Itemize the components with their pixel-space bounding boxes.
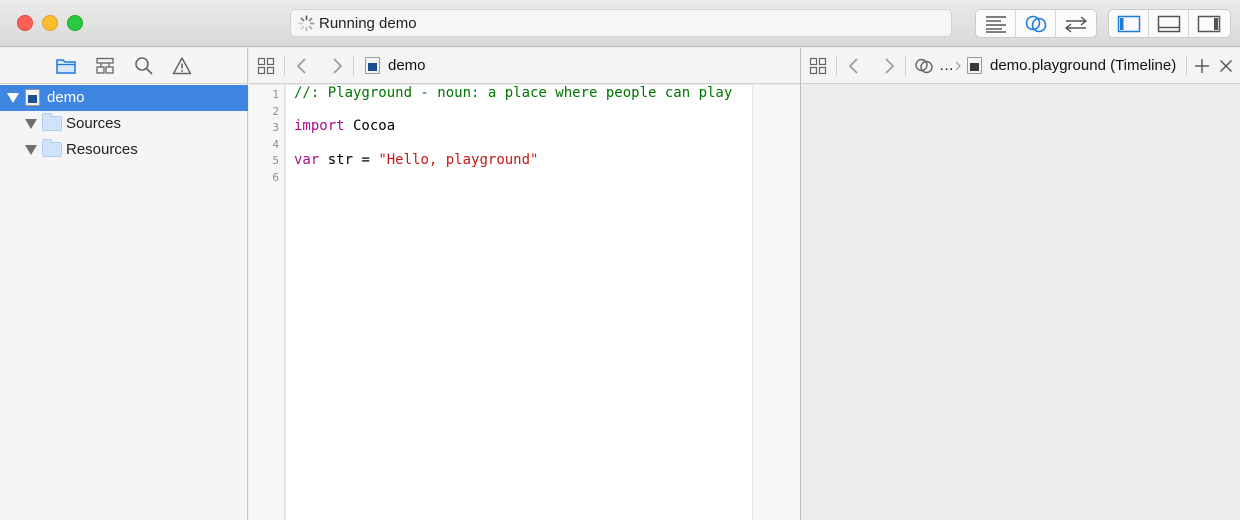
related-items-button[interactable] xyxy=(255,48,277,84)
add-assistant-editor-button[interactable] xyxy=(1192,48,1212,84)
line-number: 1 xyxy=(272,88,279,101)
line-number: 6 xyxy=(272,171,279,184)
keyword-token: var xyxy=(294,152,320,168)
playground-file-icon xyxy=(967,57,982,74)
chevron-left-icon xyxy=(848,58,858,74)
folder-icon xyxy=(42,113,62,131)
standard-editor-button[interactable] xyxy=(976,10,1016,37)
breadcrumb-file[interactable]: demo xyxy=(388,57,426,74)
toggle-navigator-button[interactable] xyxy=(1109,10,1149,37)
search-icon xyxy=(135,57,153,75)
grid-icon xyxy=(809,57,827,75)
string-literal-token: "Hello, playground" xyxy=(378,152,539,168)
folder-icon xyxy=(42,139,62,157)
tree-item-demo[interactable]: demo xyxy=(0,85,248,111)
related-items-button[interactable] xyxy=(807,48,829,84)
identifier-token: Cocoa xyxy=(344,118,396,134)
disclosure-triangle-icon[interactable] xyxy=(25,145,37,155)
disclosure-triangle-icon[interactable] xyxy=(25,119,37,129)
separator xyxy=(836,56,837,76)
minimize-window-button[interactable] xyxy=(42,15,58,31)
right-panel-icon xyxy=(1197,15,1221,32)
line-number-gutter: 1 2 3 4 5 6 xyxy=(249,85,285,520)
warning-icon xyxy=(172,57,192,75)
playground-file-icon xyxy=(365,57,380,74)
breadcrumb-ellipsis[interactable]: … xyxy=(939,57,954,74)
plus-icon xyxy=(1195,59,1209,73)
line-number: 5 xyxy=(272,154,279,167)
close-assistant-editor-button[interactable] xyxy=(1216,48,1236,84)
window-toolbar: Running demo xyxy=(0,0,1240,47)
tree-item-sources[interactable]: Sources xyxy=(0,111,248,137)
chevron-left-icon xyxy=(296,58,306,74)
assistant-editor-button[interactable] xyxy=(1016,10,1056,37)
identifier-token: str = xyxy=(319,152,379,168)
folder-icon xyxy=(56,59,76,74)
source-editor[interactable]: //: Playground - noun: a place where peo… xyxy=(286,85,752,520)
code-line-var: var str = "Hello, playground" xyxy=(294,152,538,168)
line-number: 4 xyxy=(272,138,279,151)
separator xyxy=(284,56,285,76)
timeline-assistant-area[interactable] xyxy=(801,85,1240,520)
separator xyxy=(905,56,906,76)
left-panel-icon xyxy=(1117,15,1140,32)
code-line-import: import Cocoa xyxy=(294,118,395,134)
editor-jump-bar: demo xyxy=(249,48,800,84)
forward-button[interactable] xyxy=(878,48,900,84)
tab-project-navigator[interactable] xyxy=(55,56,77,76)
back-button[interactable] xyxy=(843,48,865,84)
separator xyxy=(353,56,354,76)
tab-issue-navigator[interactable] xyxy=(171,56,193,76)
tab-symbol-navigator[interactable] xyxy=(94,56,116,76)
venn-circles-icon xyxy=(915,58,933,74)
line-number: 3 xyxy=(272,121,279,134)
swap-arrows-icon xyxy=(1064,15,1088,33)
keyword-token: import xyxy=(294,118,345,134)
line-number: 2 xyxy=(272,105,279,118)
project-navigator: demo Sources Resources xyxy=(0,48,248,520)
separator xyxy=(1186,56,1187,76)
toggle-debug-area-button[interactable] xyxy=(1149,10,1189,37)
disclosure-triangle-icon[interactable] xyxy=(7,93,19,103)
editor-mode-segmented-control xyxy=(975,9,1097,38)
results-sidebar xyxy=(752,85,800,520)
assistant-mode-button[interactable] xyxy=(913,48,935,84)
activity-status-text: Running demo xyxy=(319,15,417,32)
close-window-button[interactable] xyxy=(17,15,33,31)
assistant-jump-bar: … demo.playground (Timeline) xyxy=(801,48,1240,84)
venn-circles-icon xyxy=(1025,15,1046,32)
close-icon xyxy=(1220,60,1232,72)
spinner-icon xyxy=(298,15,315,32)
tree-item-label: Sources xyxy=(66,115,122,132)
tab-find-navigator[interactable] xyxy=(133,56,155,76)
playground-file-icon xyxy=(25,89,40,106)
back-button[interactable] xyxy=(291,48,313,84)
grid-icon xyxy=(257,57,275,75)
tree-item-label: demo xyxy=(47,89,85,106)
code-line-comment: //: Playground - noun: a place where peo… xyxy=(294,85,733,101)
tree-item-resources[interactable]: Resources xyxy=(0,137,248,163)
zoom-window-button[interactable] xyxy=(67,15,83,31)
tree-item-label: Resources xyxy=(66,141,138,158)
symbol-hierarchy-icon xyxy=(96,57,114,74)
toggle-utilities-button[interactable] xyxy=(1189,10,1229,37)
bottom-panel-icon xyxy=(1157,15,1180,32)
forward-button[interactable] xyxy=(326,48,348,84)
navigator-tab-bar xyxy=(0,48,248,84)
chevron-right-icon xyxy=(955,61,961,71)
breadcrumb-file[interactable]: demo.playground (Timeline) xyxy=(990,57,1176,74)
chevron-right-icon xyxy=(333,58,343,74)
activity-viewer: Running demo xyxy=(290,9,952,37)
chevron-right-icon xyxy=(885,58,895,74)
version-editor-button[interactable] xyxy=(1056,10,1096,37)
lines-icon xyxy=(985,15,1006,33)
panel-toggle-segmented-control xyxy=(1108,9,1231,38)
